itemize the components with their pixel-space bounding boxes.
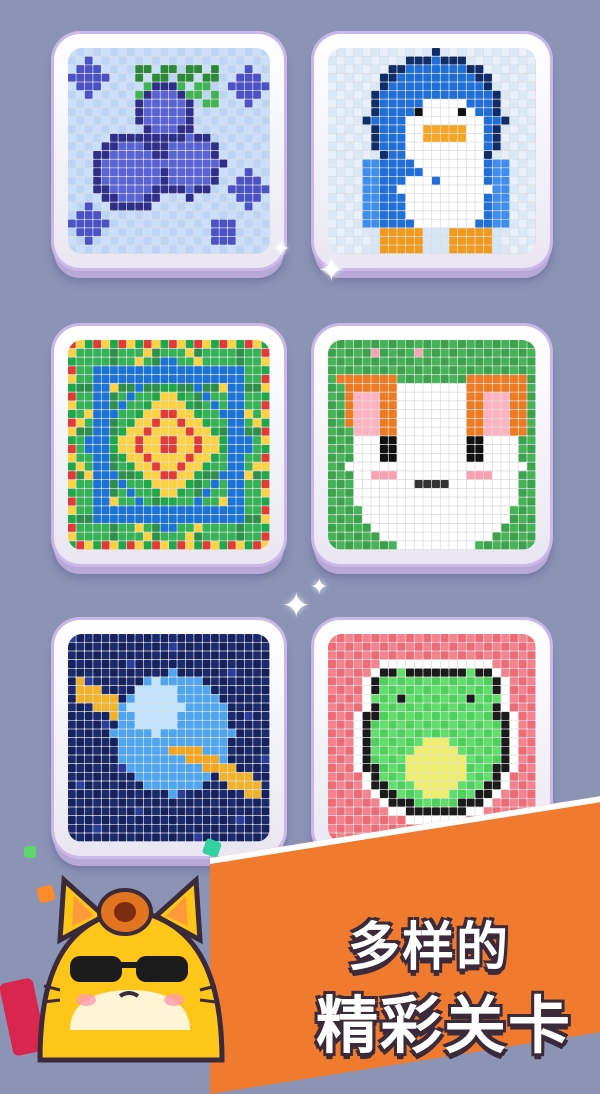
level-tile-blueberries[interactable] xyxy=(54,34,284,268)
sparkle-icon: ✦ xyxy=(272,237,291,262)
sparkle-icon: ✦ xyxy=(282,586,311,626)
level-tile-mosaic[interactable] xyxy=(54,326,284,564)
sunglasses-icon xyxy=(70,956,122,982)
pixel-art-cat xyxy=(328,340,536,550)
level-tile-penguin[interactable] xyxy=(314,34,550,268)
banner-title-line2: 精彩关卡 xyxy=(315,989,572,1062)
level-tile-planet[interactable] xyxy=(54,620,284,856)
pixel-art-planet xyxy=(68,634,270,842)
pixel-art-blueberries xyxy=(68,48,270,254)
sparkle-icon: ✦ xyxy=(310,575,329,600)
level-tile-cat[interactable] xyxy=(314,326,550,564)
pixel-art-mosaic xyxy=(68,340,270,550)
cat-mascot-icon xyxy=(0,874,225,1063)
sparkle-icon: ✦ xyxy=(318,251,345,289)
pixel-art-penguin xyxy=(328,48,536,254)
banner-title-line1: 多样的 xyxy=(347,918,510,978)
